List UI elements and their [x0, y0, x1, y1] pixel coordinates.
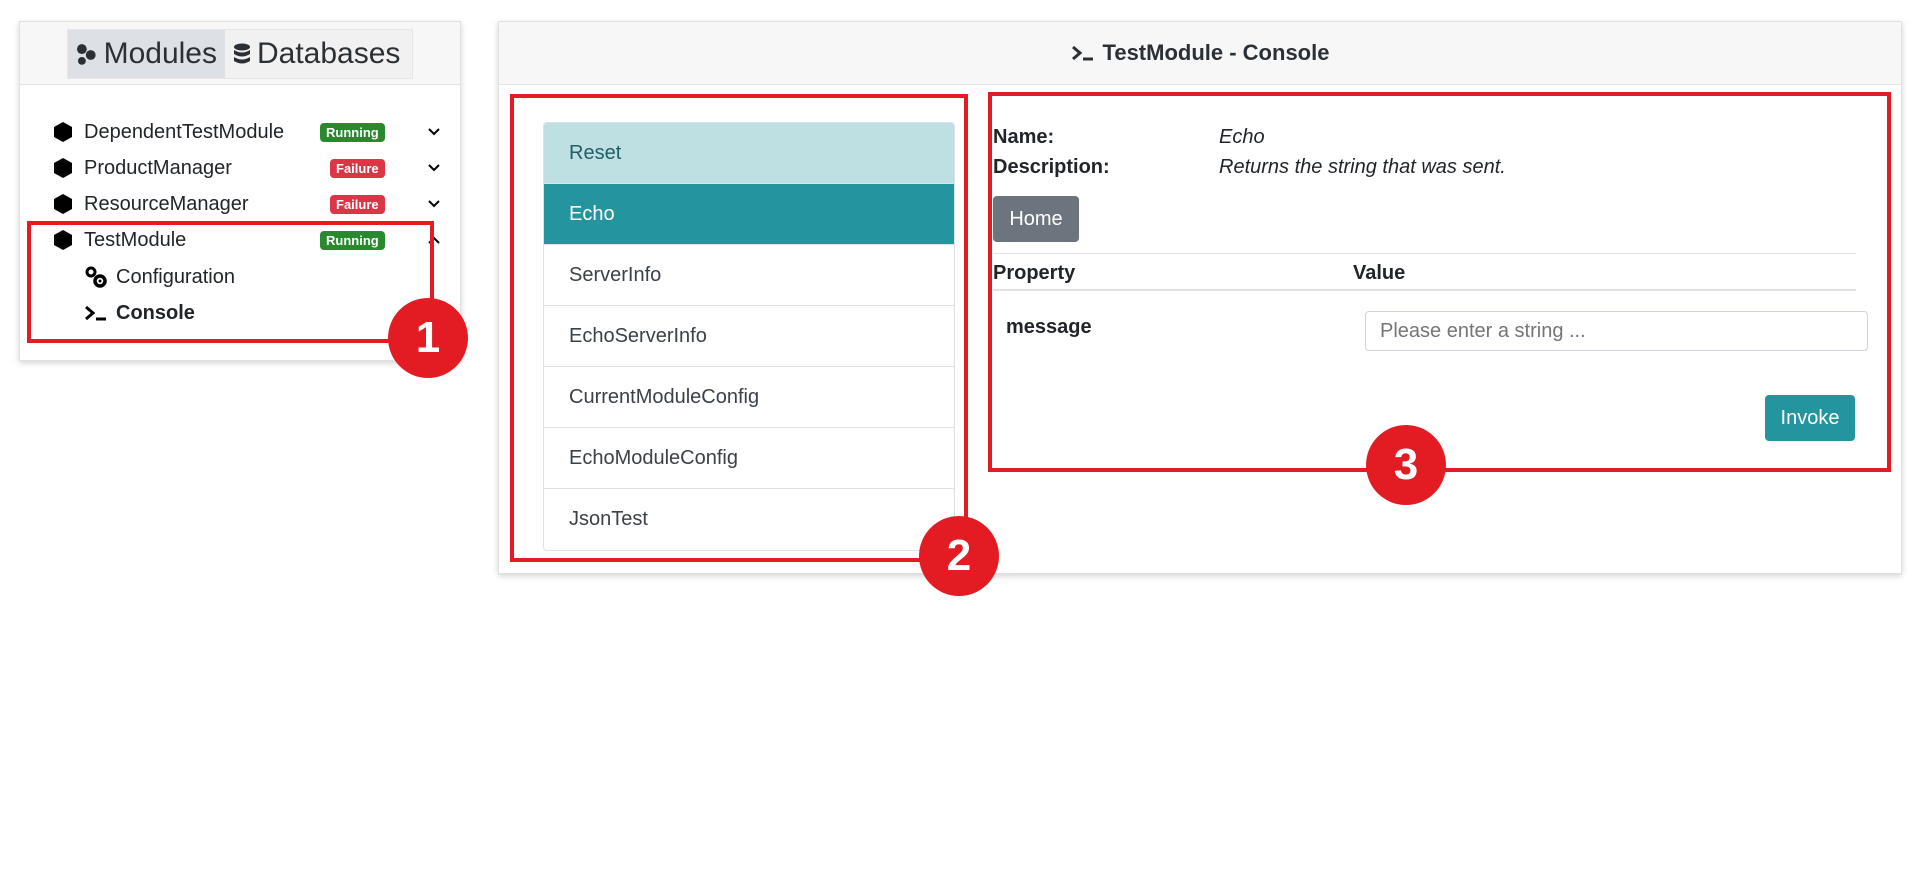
database-icon: [234, 43, 250, 64]
tab-databases-label: Databases: [257, 37, 401, 70]
module-name: ResourceManager: [84, 192, 249, 215]
annotation-box-3: [988, 92, 1891, 472]
annotation-marker-2: 2: [919, 516, 999, 596]
chevron-down-icon[interactable]: [426, 196, 442, 212]
chevron-down-icon[interactable]: [426, 124, 442, 140]
tab-modules[interactable]: Modules: [68, 30, 225, 78]
status-badge: Failure: [330, 159, 385, 178]
nav-header: Modules Databases: [20, 22, 460, 85]
modules-icon: [76, 44, 96, 65]
module-hexagon-icon: [54, 122, 72, 142]
module-hexagon-icon: [54, 158, 72, 178]
tab-databases[interactable]: Databases: [225, 30, 408, 78]
annotation-marker-1: 1: [388, 298, 468, 378]
module-hexagon-icon: [54, 194, 72, 214]
module-item-resourcemanager[interactable]: ResourceManager Failure: [52, 187, 442, 221]
status-badge: Failure: [330, 195, 385, 214]
terminal-icon: [1071, 45, 1093, 61]
chevron-down-icon[interactable]: [426, 160, 442, 176]
annotation-marker-3: 3: [1366, 425, 1446, 505]
module-name: ProductManager: [84, 156, 232, 179]
module-item-dependenttestmodule[interactable]: DependentTestModule Running: [52, 115, 442, 149]
module-item-productmanager[interactable]: ProductManager Failure: [52, 151, 442, 185]
nav-tab-group: Modules Databases: [67, 29, 413, 79]
annotation-box-2: [510, 94, 968, 562]
console-title: TestModule - Console: [1102, 40, 1330, 65]
console-header: TestModule - Console: [499, 22, 1901, 85]
tab-modules-label: Modules: [103, 37, 217, 70]
status-badge: Running: [320, 123, 385, 142]
annotation-box-1: [27, 221, 434, 343]
module-name: DependentTestModule: [84, 120, 285, 143]
